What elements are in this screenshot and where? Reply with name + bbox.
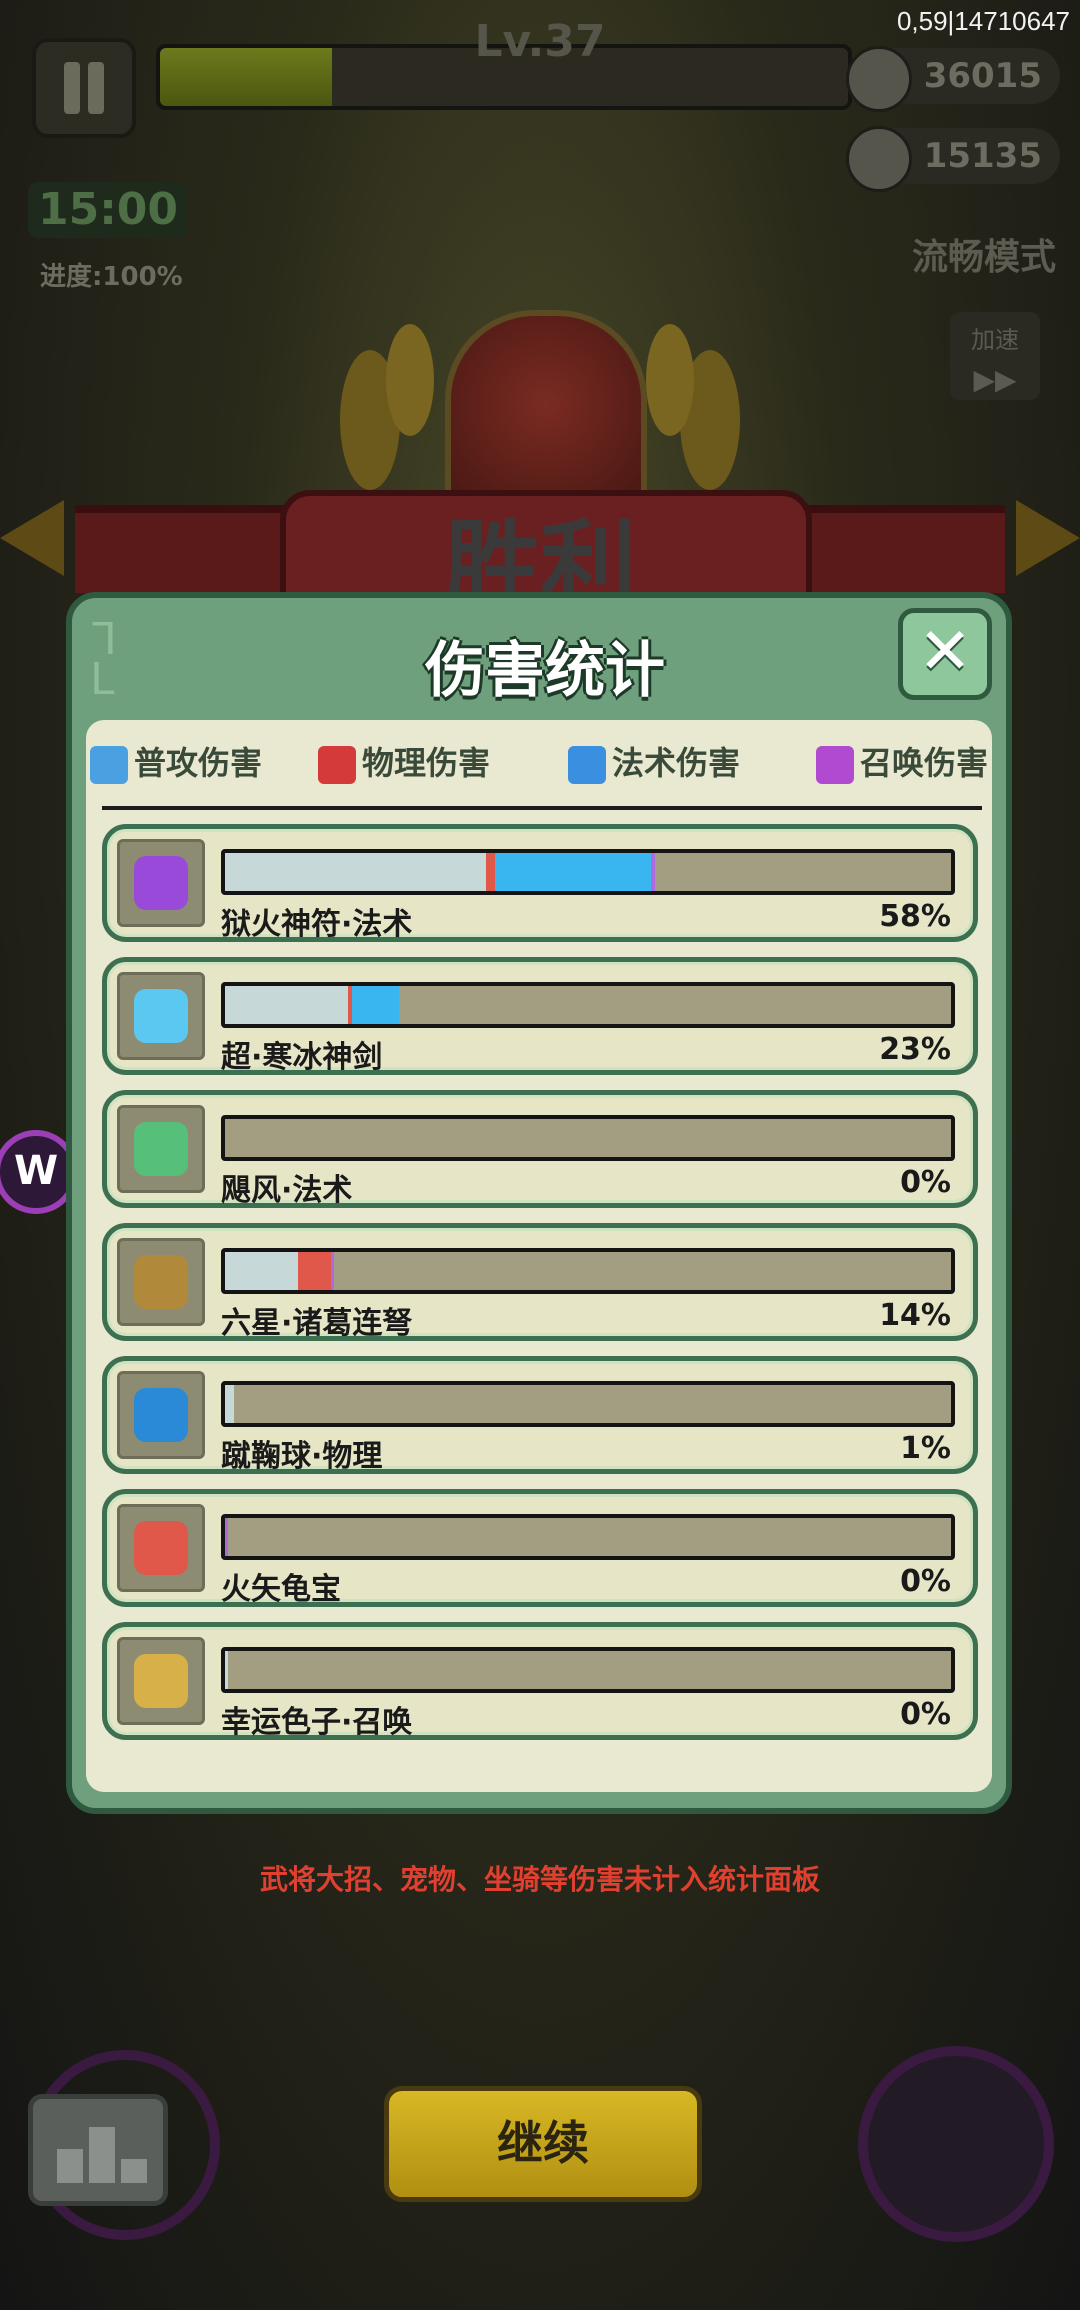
- damage-row[interactable]: 幸运色子·召唤 0%: [102, 1622, 978, 1740]
- skill-thumbnail: [117, 1504, 205, 1592]
- skill-name: 六星·诸葛连弩: [221, 1306, 413, 1341]
- damage-bar-segment: [225, 986, 348, 1024]
- skill-name: 飓风·法术: [221, 1173, 353, 1208]
- close-icon: ✕: [918, 615, 972, 689]
- skill-thumbnail: [117, 972, 205, 1060]
- damage-stats-panel: ᒣᒪ 伤害统计 ✕ 普攻伤害 物理伤害 法术伤害 召唤伤害 狱火神符·法术 58% 超·寒…: [66, 592, 1012, 1814]
- tab-damage-0[interactable]: 普攻伤害: [90, 738, 262, 788]
- damage-percent: 0%: [900, 1564, 951, 1599]
- damage-bar: [221, 1381, 955, 1427]
- footnote: 武将大招、宠物、坐骑等伤害未计入统计面板: [259, 1863, 820, 1896]
- damage-bar: [221, 1115, 955, 1161]
- tab-label: 物理伤害: [362, 744, 491, 782]
- tab-label: 法术伤害: [612, 744, 741, 782]
- crossbow-icon: [134, 1255, 188, 1309]
- stats-content: 普攻伤害 物理伤害 法术伤害 召唤伤害 狱火神符·法术 58% 超·寒冰神剑 23% 飓风·法…: [86, 720, 992, 1792]
- feather-skill-icon: [858, 2046, 1054, 2242]
- kill-counter: 15135: [846, 126, 1060, 192]
- skill-thumbnail: [117, 839, 205, 927]
- damage-bar: [221, 982, 955, 1028]
- damage-bar-segment: [331, 1252, 334, 1290]
- damage-bar-segment: [352, 986, 399, 1024]
- fast-forward-icon: ▶▶: [973, 363, 1017, 396]
- damage-percent: 58%: [879, 899, 951, 934]
- damage-bar-segment: [225, 1518, 228, 1556]
- damage-percent: 0%: [900, 1697, 951, 1732]
- damage-percent: 1%: [900, 1431, 951, 1466]
- tab-divider: [102, 806, 982, 810]
- flame-icon: [568, 746, 606, 784]
- pause-icon: [64, 62, 80, 114]
- damage-bar-segment: [225, 853, 486, 891]
- damage-row[interactable]: 超·寒冰神剑 23%: [102, 957, 978, 1075]
- skill-thumbnail: [117, 1238, 205, 1326]
- sword-icon: [90, 746, 128, 784]
- continue-button[interactable]: 继续: [384, 2086, 702, 2202]
- damage-bar-segment: [298, 1252, 331, 1290]
- coords-readout: 0,59|14710647: [896, 6, 1070, 36]
- ice-sword-icon: [134, 989, 188, 1043]
- damage-bar-segment: [486, 853, 495, 891]
- damage-bar-segment: [225, 1385, 234, 1423]
- damage-percent: 23%: [879, 1032, 951, 1067]
- game-timer: 15:00: [28, 182, 188, 238]
- damage-bar-segment: [495, 853, 651, 891]
- damage-row[interactable]: 六星·诸葛连弩 14%: [102, 1223, 978, 1341]
- tab-damage-1[interactable]: 物理伤害: [318, 738, 490, 788]
- skull-icon: [846, 126, 912, 192]
- damage-bar: [221, 849, 955, 895]
- skill-name: 蹴鞠球·物理: [221, 1439, 383, 1474]
- fire-turtle-icon: [134, 1521, 188, 1575]
- ball-icon: [134, 1388, 188, 1442]
- tab-damage-2[interactable]: 法术伤害: [568, 738, 740, 788]
- skill-name: 幸运色子·召唤: [221, 1705, 413, 1740]
- coin-value: 36015: [923, 56, 1042, 96]
- pause-icon-bar: [88, 62, 104, 114]
- skill-name: 火矢龟宝: [221, 1572, 341, 1607]
- skill-thumbnail: [117, 1637, 205, 1725]
- dice-icon: [134, 1654, 188, 1708]
- skill-thumbnail: [117, 1371, 205, 1459]
- damage-row[interactable]: 狱火神符·法术 58%: [102, 824, 978, 942]
- tornado-icon: [134, 1122, 188, 1176]
- tab-label: 召唤伤害: [860, 744, 989, 782]
- progress-label: 进度:100%: [40, 262, 183, 292]
- damage-bar: [221, 1647, 955, 1693]
- damage-row[interactable]: 火矢龟宝 0%: [102, 1489, 978, 1607]
- damage-bar-segment: [225, 1252, 298, 1290]
- axe-icon: [318, 746, 356, 784]
- damage-row[interactable]: 蹴鞠球·物理 1%: [102, 1356, 978, 1474]
- damage-bar-segment: [225, 1651, 228, 1689]
- damage-bar: [221, 1248, 955, 1294]
- damage-bar: [221, 1514, 955, 1560]
- speed-label: 加速: [971, 326, 1019, 354]
- damage-percent: 0%: [900, 1165, 951, 1200]
- kill-value: 15135: [923, 136, 1042, 176]
- talisman-icon: [134, 856, 188, 910]
- damage-bar-segment: [651, 853, 655, 891]
- damage-percent: 14%: [879, 1298, 951, 1333]
- tab-label: 普攻伤害: [134, 744, 263, 782]
- panel-title: 伤害统计: [425, 636, 665, 706]
- damage-type-tabs: 普攻伤害 物理伤害 法术伤害 召唤伤害: [86, 738, 992, 788]
- skill-name: 狱火神符·法术: [221, 907, 413, 942]
- speed-up-button[interactable]: 加速 ▶▶: [950, 312, 1040, 400]
- damage-row[interactable]: 飓风·法术 0%: [102, 1090, 978, 1208]
- tab-damage-3[interactable]: 召唤伤害: [816, 738, 988, 788]
- leaderboard-button[interactable]: [28, 2094, 168, 2206]
- paw-icon: [816, 746, 854, 784]
- smooth-mode-toggle[interactable]: 流畅模式: [912, 228, 1056, 280]
- skill-thumbnail: [117, 1105, 205, 1193]
- skill-name: 超·寒冰神剑: [221, 1040, 383, 1075]
- coin-icon: [846, 46, 912, 112]
- close-button[interactable]: ✕: [898, 608, 992, 700]
- coin-counter: 36015: [846, 46, 1060, 112]
